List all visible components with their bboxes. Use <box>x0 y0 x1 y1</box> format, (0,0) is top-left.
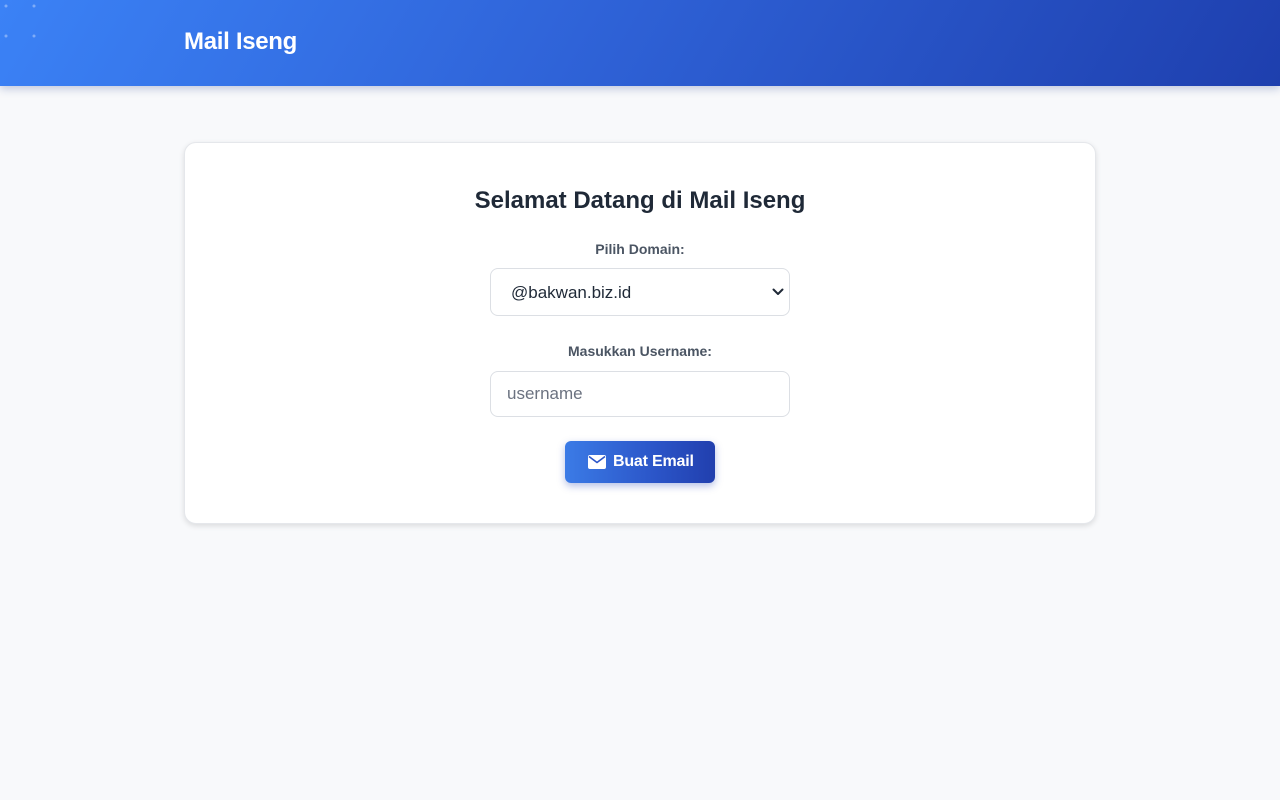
brand-title[interactable]: Mail Iseng <box>184 28 297 56</box>
page-title: Selamat Datang di Mail Iseng <box>474 187 806 214</box>
username-label: Masukkan Username: <box>568 343 712 359</box>
envelope-icon <box>588 455 606 469</box>
domain-select-value: @bakwan.biz.id <box>511 283 632 302</box>
domain-label: Pilih Domain: <box>595 241 685 257</box>
decorative-dots <box>4 4 36 38</box>
create-email-button[interactable]: Buat Email <box>565 441 715 483</box>
create-email-label: Buat Email <box>613 453 694 470</box>
welcome-card: Selamat Datang di Mail Iseng Pilih Domai… <box>184 142 1096 524</box>
domain-select[interactable]: @bakwan.biz.id <box>490 268 790 316</box>
app-header: Mail Iseng <box>0 0 1280 86</box>
username-input[interactable] <box>490 371 790 417</box>
chevron-down-icon <box>772 288 784 295</box>
